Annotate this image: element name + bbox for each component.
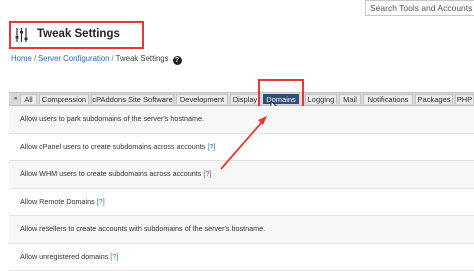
tab-display[interactable]: Display	[230, 94, 260, 104]
setting-row: Allow resellers to create accounts with …	[9, 216, 474, 244]
tab-compression[interactable]: Compression	[39, 94, 89, 104]
help-icon[interactable]: ?	[173, 56, 182, 65]
setting-label: Allow resellers to create accounts with …	[20, 224, 265, 233]
tab-cpaddons-site-software[interactable]: cPAddons Site Software	[91, 94, 174, 104]
help-link[interactable]: [?]	[97, 197, 105, 206]
tab-notifications[interactable]: Notifications	[363, 94, 413, 104]
settings-list: Allow users to park subdomains of the se…	[9, 106, 474, 271]
breadcrumb-separator: /	[112, 54, 114, 63]
help-link[interactable]: [?]	[207, 142, 215, 151]
setting-row: Allow Remote Domains[?]	[9, 189, 474, 217]
tab-logging[interactable]: Logging	[305, 94, 337, 104]
breadcrumb-separator: /	[34, 54, 36, 63]
help-link[interactable]: [?]	[203, 169, 211, 178]
setting-label: Allow users to park subdomains of the se…	[20, 114, 204, 123]
tab-mail[interactable]: Mail	[339, 94, 361, 104]
breadcrumb-current: Tweak Settings	[116, 54, 169, 63]
tab-all[interactable]: All	[20, 94, 37, 104]
sliders-icon	[15, 27, 28, 43]
setting-label: Allow Remote Domains[?]	[20, 197, 105, 206]
tab-development[interactable]: Development	[176, 94, 228, 104]
breadcrumb-home-link[interactable]: Home	[11, 54, 32, 63]
setting-row: Allow users to park subdomains of the se…	[9, 106, 474, 134]
page-title: Tweak Settings	[37, 28, 120, 40]
tab-php[interactable]: PHP	[455, 94, 474, 104]
title-annotation-box: Tweak Settings	[9, 21, 144, 49]
setting-row: Allow cPanel users to create subdomains …	[9, 134, 474, 162]
tabs-scroll-left-icon[interactable]: ◂	[11, 93, 19, 104]
setting-label: Allow unregistered domains[?]	[20, 252, 118, 261]
help-link[interactable]: [?]	[110, 252, 118, 261]
setting-label: Allow cPanel users to create subdomains …	[20, 142, 215, 151]
tab-packages[interactable]: Packages	[415, 94, 453, 104]
breadcrumb-server-configuration-link[interactable]: Server Configuration	[38, 54, 110, 63]
setting-label: Allow WHM users to create subdomains acr…	[20, 169, 211, 178]
breadcrumb: Home/Server Configuration/Tweak Settings…	[11, 54, 182, 65]
search-input[interactable]: Search Tools and Accounts (/	[365, 0, 474, 16]
setting-row: Allow WHM users to create subdomains acr…	[9, 161, 474, 189]
